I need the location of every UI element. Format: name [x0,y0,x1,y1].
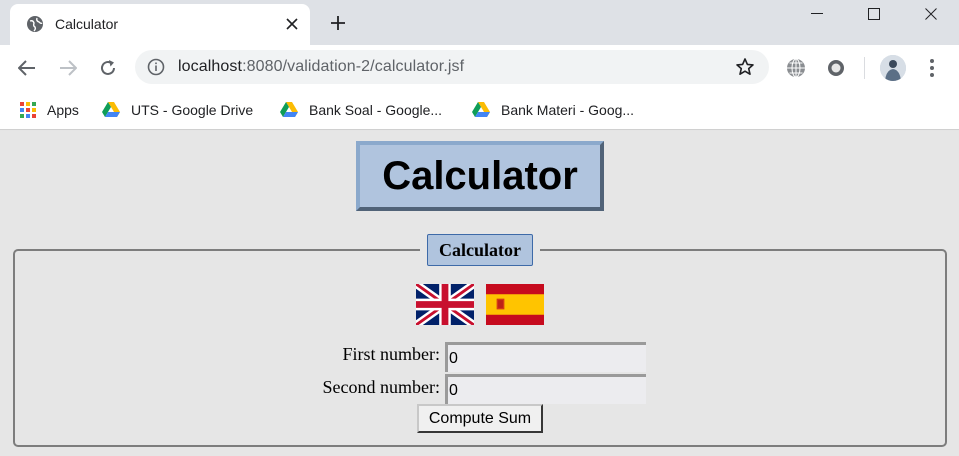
bookmark-bank-soal[interactable]: Bank Soal - Google... [279,99,442,121]
page-content: Calculator Calculator First number: Seco… [0,131,959,456]
apps-grid-icon [20,102,36,118]
tab-title: Calculator [55,16,119,32]
translate-globe-icon[interactable] [785,57,807,79]
extension-circle-icon[interactable] [825,57,847,79]
compute-sum-button[interactable]: Compute Sum [417,404,543,433]
url-text: localhost:8080/validation-2/calculator.j… [178,58,464,76]
new-tab-icon[interactable] [326,11,350,35]
google-drive-icon [472,102,490,117]
info-icon[interactable] [147,58,165,76]
second-number-label: Second number: [322,377,440,397]
bookmarks-bar: Apps UTS - Google Drive Bank Soal - Goog… [0,90,959,130]
toolbar-separator [864,57,865,79]
address-bar[interactable]: localhost:8080/validation-2/calculator.j… [135,50,769,84]
close-tab-icon[interactable] [280,12,304,36]
bookmark-label: Bank Materi - Goog... [501,102,635,118]
english-flag-icon[interactable] [416,284,474,325]
second-number-field[interactable] [445,374,646,404]
page-title: Calculator [356,141,604,211]
bookmark-label: Apps [47,102,79,118]
back-arrow-icon[interactable] [14,55,40,81]
tab-strip: Calculator [0,0,959,45]
bookmark-label: Bank Soal - Google... [309,102,443,118]
browser-toolbar: localhost:8080/validation-2/calculator.j… [0,45,959,90]
maximize-icon[interactable] [845,0,903,28]
url-path: :8080/validation-2/calculator.jsf [242,58,465,75]
spanish-flag-icon[interactable] [486,284,544,325]
google-drive-icon [102,102,120,117]
tab-calculator[interactable]: Calculator [10,4,310,45]
forward-arrow-icon[interactable] [55,55,81,81]
kebab-menu-icon[interactable] [922,57,942,79]
bookmark-apps[interactable]: Apps [19,99,79,121]
bookmark-uts-google-drive[interactable]: UTS - Google Drive [101,99,253,121]
minimize-icon[interactable] [788,0,846,28]
globe-icon [27,16,43,32]
first-number-field[interactable] [445,342,646,372]
profile-avatar[interactable] [880,55,906,81]
first-number-label: First number: [342,344,441,364]
reload-icon[interactable] [95,55,121,81]
bookmark-star-icon[interactable] [735,57,755,77]
bookmark-bank-materi[interactable]: Bank Materi - Goog... [471,99,634,121]
bookmark-label: UTS - Google Drive [131,102,254,118]
url-host: localhost [178,58,243,75]
google-drive-icon [280,102,298,117]
close-window-icon[interactable] [902,0,959,28]
fieldset-legend: Calculator [427,234,533,266]
